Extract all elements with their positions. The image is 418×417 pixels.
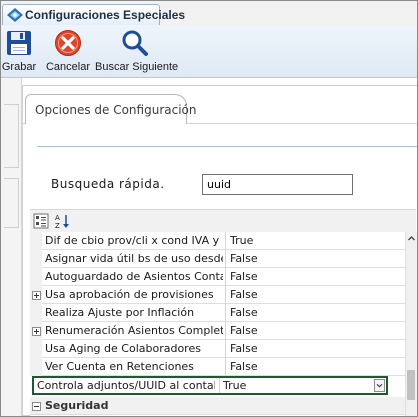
row-gutter [30,358,42,376]
column-divider [225,304,226,322]
svg-text:A: A [55,214,60,222]
document-tab-title: Configuraciones Especiales [25,8,186,22]
row-gutter [30,268,42,286]
find-next-button[interactable]: Buscar Siguiente [95,26,179,77]
property-row[interactable]: Realiza Ajuste por Inflación False [30,304,406,322]
property-name: Asignar vida útil bs de uso desde solic.… [45,252,223,265]
expand-icon[interactable] [32,327,41,336]
property-name: Ver Cuenta en Retenciones [45,360,194,373]
category-name: Seguridad [45,399,109,412]
property-name: Realiza Ajuste por Inflación [45,306,195,319]
cancel-button[interactable]: Cancelar [45,26,91,77]
column-divider [225,250,226,268]
property-row[interactable]: Usa Aging de Colaboradores False [30,340,406,358]
cancel-button-label: Cancelar [45,61,91,73]
property-value[interactable]: True [230,234,253,247]
scrollbar-thumb[interactable] [407,370,415,400]
section-divider [37,146,417,147]
property-row[interactable]: Renumeración Asientos Completa False [30,322,406,340]
property-row[interactable]: Autoguardado de Asientos Contables False [30,268,406,286]
property-value[interactable]: False [230,270,258,283]
row-gutter [30,304,42,322]
property-value[interactable]: False [230,324,258,337]
property-row[interactable]: Dif de cbio prov/cli x cond IVA y grupo … [30,232,406,250]
column-divider [225,268,226,286]
row-gutter [30,232,42,250]
column-divider [225,232,226,250]
sort-az-icon[interactable]: A Z [54,213,70,229]
title-tab-bar: Configuraciones Especiales [1,1,417,27]
property-name: Controla adjuntos/UUID al contabilizar [37,379,215,392]
collapse-icon[interactable] [32,402,41,411]
property-name: Usa aprobación de provisiones [45,288,214,301]
property-grid-toolbar: A Z [30,209,416,232]
quick-search-label: Busqueda rápida. [51,177,165,191]
property-value[interactable]: False [230,288,258,301]
cancel-x-icon [55,30,81,56]
property-row[interactable]: Ver Cuenta en Retenciones False [30,358,406,376]
categorized-view-icon[interactable] [33,213,49,229]
property-value[interactable]: False [230,342,258,355]
property-row[interactable]: Usa aprobación de provisiones False [30,286,406,304]
side-pane-handle[interactable] [4,178,19,228]
find-next-button-label: Buscar Siguiente [95,61,179,73]
document-tab[interactable]: Configuraciones Especiales [2,4,185,25]
column-divider [225,358,226,376]
property-grid: Dif de cbio prov/cli x cond IVA y grupo … [30,232,417,416]
property-row-selected[interactable]: Controla adjuntos/UUID al contabilizar T… [32,376,388,395]
save-button-label: Grabar [1,61,37,73]
window: Configuraciones Especiales Grabar Cancel… [0,0,418,417]
quick-search-input[interactable] [202,174,353,195]
property-name: Autoguardado de Asientos Contables [45,270,223,283]
app-logo-icon [7,8,23,22]
property-value[interactable]: False [230,360,258,373]
magnifier-icon [122,30,148,56]
options-panel: Opciones de Configuración Busqueda rápid… [22,85,417,416]
column-divider [225,322,226,340]
floppy-disk-icon [7,31,31,55]
chevron-down-icon[interactable] [374,379,385,392]
property-row[interactable]: Asignar vida útil bs de uso desde solic.… [30,250,406,268]
row-gutter [30,340,42,358]
scroll-up-icon[interactable] [407,234,416,243]
column-divider [219,378,220,393]
column-divider [225,340,226,358]
svg-text:Z: Z [55,222,60,229]
save-button[interactable]: Grabar [1,26,37,77]
left-side-gutter [1,78,22,416]
property-value[interactable]: False [230,306,258,319]
side-pane-handle[interactable] [4,104,19,168]
property-name: Renumeración Asientos Completa [45,324,223,337]
expand-icon[interactable] [32,291,41,300]
property-value[interactable]: False [230,252,258,265]
toolbar: Grabar Cancelar Buscar Siguiente [1,26,417,78]
property-name: Usa Aging de Colaboradores [45,342,201,355]
property-value[interactable]: True [223,379,246,392]
column-divider [225,286,226,304]
vertical-scrollbar[interactable] [405,232,417,416]
tab-configuration-options[interactable]: Opciones de Configuración [25,94,196,124]
tab-configuration-options-label: Opciones de Configuración [35,103,197,117]
property-name: Dif de cbio prov/cli x cond IVA y grupo … [45,234,223,247]
row-gutter [30,250,42,268]
category-row-security[interactable]: Seguridad [30,397,406,415]
